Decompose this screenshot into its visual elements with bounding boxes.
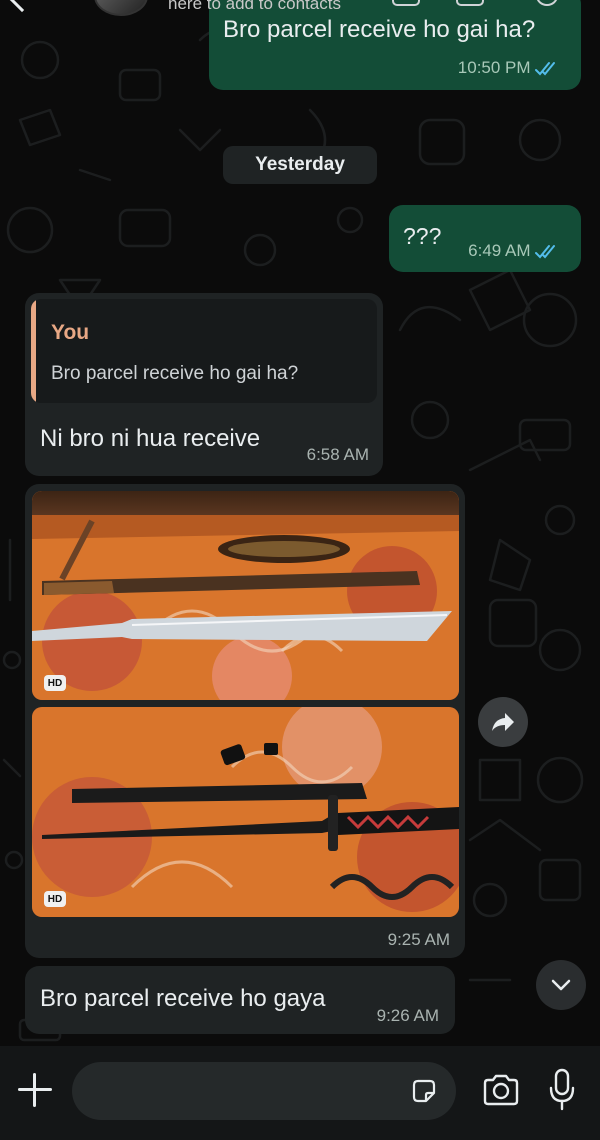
quote-author: You xyxy=(51,321,90,344)
header-subtitle[interactable]: here to add to contacts xyxy=(168,0,341,14)
voice-call-icon[interactable] xyxy=(456,0,484,6)
message-input[interactable] xyxy=(72,1062,456,1120)
message-time: 9:25 AM xyxy=(387,930,450,949)
message-bubble-incoming[interactable]: Bro parcel receive ho gaya 9:26 AM xyxy=(25,966,455,1034)
message-time: 9:26 AM xyxy=(376,1006,439,1025)
date-separator: Yesterday xyxy=(223,146,377,184)
forward-arrow-icon xyxy=(492,713,514,731)
message-bubble-outgoing[interactable]: ??? 6:49 AM xyxy=(389,205,581,272)
quoted-message[interactable]: You Bro parcel receive ho gai ha? xyxy=(31,299,377,403)
message-input-bar xyxy=(0,1046,600,1140)
double-check-icon xyxy=(535,61,555,76)
hd-badge: HD xyxy=(44,891,66,907)
microphone-icon[interactable] xyxy=(548,1068,576,1112)
photo-image xyxy=(32,707,459,917)
sticker-icon[interactable] xyxy=(410,1077,438,1105)
photo-album-bubble[interactable]: HD HD 9:25 AM xyxy=(25,484,465,958)
message-text: Ni bro ni hua receive xyxy=(40,425,261,452)
message-time: 6:58 AM xyxy=(306,445,369,464)
photo-image xyxy=(32,491,459,700)
photo-swords-1[interactable]: HD xyxy=(32,491,459,700)
message-time: 10:50 PM xyxy=(457,58,531,77)
plus-icon[interactable] xyxy=(18,1073,52,1107)
video-call-icon[interactable] xyxy=(392,0,420,6)
camera-icon[interactable] xyxy=(482,1074,520,1106)
photo-swords-2[interactable]: HD xyxy=(32,707,459,917)
message-text: Bro parcel receive ho gaya xyxy=(40,985,326,1012)
message-bubble-incoming[interactable]: You Bro parcel receive ho gai ha? Ni bro… xyxy=(25,293,383,476)
message-time: 6:49 AM xyxy=(468,241,531,260)
hd-badge: HD xyxy=(44,675,66,691)
double-check-icon xyxy=(535,244,555,259)
message-meta: 10:50 PM xyxy=(458,58,559,78)
scroll-to-bottom-button[interactable] xyxy=(536,960,586,1010)
chevron-down-icon xyxy=(551,979,571,991)
message-meta: 6:49 AM xyxy=(468,241,559,261)
back-chevron-icon[interactable] xyxy=(7,0,37,13)
more-icon[interactable] xyxy=(536,0,558,6)
contact-avatar[interactable] xyxy=(94,0,148,16)
quote-text: Bro parcel receive ho gai ha? xyxy=(51,363,299,384)
chat-header: here to add to contacts xyxy=(0,0,600,22)
forward-button[interactable] xyxy=(478,697,528,747)
quote-accent-bar xyxy=(31,299,36,403)
message-text: ??? xyxy=(403,223,442,249)
